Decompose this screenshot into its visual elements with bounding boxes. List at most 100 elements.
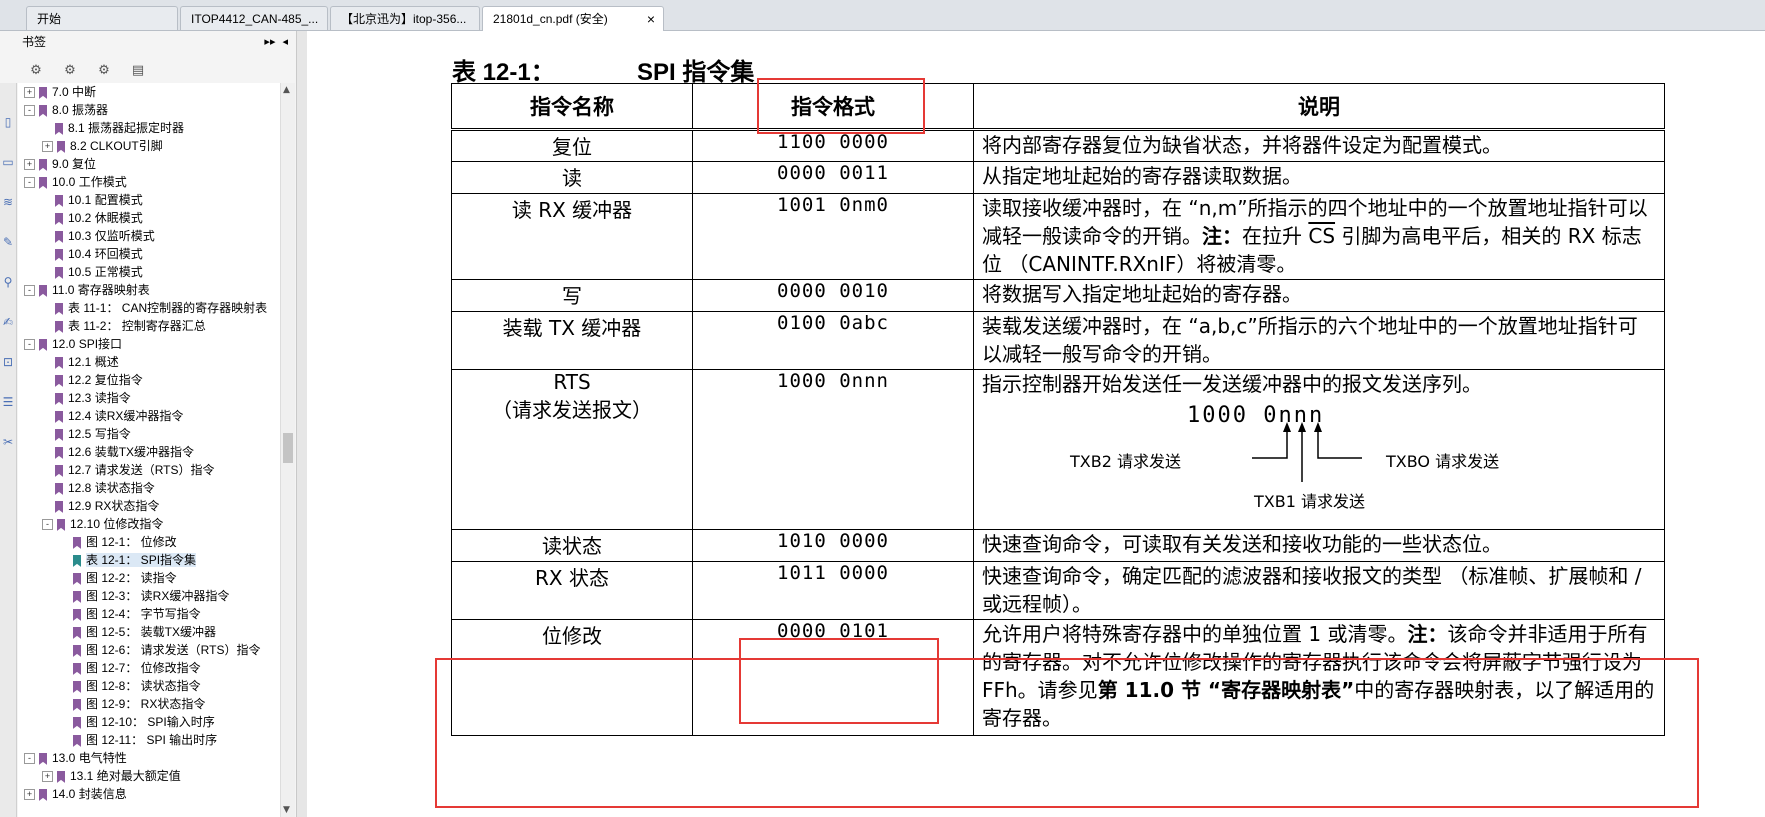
thumbnail-icon[interactable]: ▭	[1, 155, 15, 169]
bookmark-icon	[73, 554, 81, 567]
expand-node-icon[interactable]: +	[42, 141, 53, 153]
scroll-thumb[interactable]	[283, 433, 293, 463]
collapse-panel-icon[interactable]: ◂	[282, 35, 288, 48]
tab-pdf[interactable]: 21801d_cn.pdf (安全) ×	[482, 6, 664, 31]
bookmark-icon	[39, 158, 47, 171]
collapse-node-icon[interactable]: -	[42, 519, 53, 531]
sidebar-item[interactable]: 图 12-7： 位修改指令	[73, 659, 201, 677]
comment-icon[interactable]: ✎	[1, 235, 15, 249]
sidebar-item[interactable]: 10.2 休眠模式	[55, 209, 143, 227]
signature-icon[interactable]: ✍	[1, 315, 15, 329]
sidebar-item-label: 12.6 装载TX缓冲器指令	[68, 445, 195, 459]
sidebar-item[interactable]: - 12.10 位修改指令	[42, 515, 163, 533]
page-icon[interactable]: ▯	[1, 115, 15, 129]
sidebar-item[interactable]: 10.3 仅监听模式	[55, 227, 155, 245]
sidebar-item[interactable]: 10.5 正常模式	[55, 263, 143, 281]
sidebar-item[interactable]: +9.0 复位	[24, 155, 96, 173]
bookmark-collapse-icon[interactable]: ⚙	[62, 63, 78, 79]
sidebar-item[interactable]: 12.1 概述	[55, 353, 119, 371]
sidebar-item[interactable]: +8.2 CLKOUT引脚	[42, 137, 163, 155]
cell-desc: 将数据写入指定地址起始的寄存器。	[973, 279, 1665, 312]
sidebar-item[interactable]: - 10.0 工作模式	[24, 173, 127, 191]
expand-node-icon[interactable]: +	[42, 771, 53, 783]
sidebar-item[interactable]: 8.1 振荡器起振定时器	[55, 119, 184, 137]
panel-splitter[interactable]	[297, 31, 307, 817]
sidebar-item[interactable]: 12.5 写指令	[55, 425, 131, 443]
sidebar-item[interactable]: 12.9 RX状态指令	[55, 497, 159, 515]
sidebar-item[interactable]: - 11.0 寄存器映射表	[24, 281, 150, 299]
sidebar-item[interactable]: 12.6 装载TX缓冲器指令	[55, 443, 194, 461]
sidebar-item[interactable]: 表 12-1： SPI指令集	[73, 551, 197, 569]
sidebar-item[interactable]: 10.1 配置模式	[55, 191, 143, 209]
bookmark-page-icon[interactable]: ▤	[130, 63, 146, 79]
sidebar-item-label: 13.0 电气特性	[52, 751, 127, 765]
cell-name: 读 RX 缓冲器	[451, 193, 693, 280]
bookmark-expand-icon[interactable]: ⚙	[28, 63, 44, 79]
sidebar-item[interactable]: 图 12-6： 请求发送（RTS）指令	[73, 641, 260, 659]
cell-desc: 从指定地址起始的寄存器读取数据。	[973, 161, 1665, 194]
txb1-label: TXB1 请求发送	[1254, 492, 1365, 511]
sidebar-item[interactable]: +14.0 封装信息	[24, 785, 127, 803]
sidebar-item[interactable]: 12.7 请求发送（RTS）指令	[55, 461, 214, 479]
cell-format: 1010 0000	[692, 529, 974, 562]
scroll-down-icon[interactable]: ▼	[283, 805, 290, 815]
sidebar-item[interactable]: 图 12-2： 读指令	[73, 569, 177, 587]
tools-icon[interactable]: ✂	[1, 435, 15, 449]
close-icon[interactable]: ×	[647, 7, 655, 31]
sidebar-scrollbar[interactable]: ▲ ▼	[280, 83, 295, 817]
highlight-format-header	[757, 78, 925, 134]
sidebar-item[interactable]: - 8.0 振荡器	[24, 101, 108, 119]
bookmark-add-icon[interactable]: ⚙	[96, 63, 112, 79]
expand-node-icon[interactable]: +	[24, 789, 35, 801]
collapse-node-icon[interactable]: -	[24, 105, 35, 117]
sidebar-item[interactable]: 10.4 环回模式	[55, 245, 143, 263]
collapse-node-icon[interactable]: -	[24, 177, 35, 189]
collapse-node-icon[interactable]: -	[24, 285, 35, 297]
sidebar-item[interactable]: +7.0 中断	[24, 83, 96, 101]
sidebar-item-label: 图 12-3： 读RX缓冲器指令	[86, 589, 230, 603]
sidebar-item[interactable]: - 12.0 SPI接口	[24, 335, 122, 353]
sidebar-item[interactable]: 12.2 复位指令	[55, 371, 143, 389]
sidebar-item[interactable]: 12.4 读RX缓冲器指令	[55, 407, 183, 425]
spi-instruction-table: 指令名称 指令格式 说明 复位 1100 0000 将内部寄存器复位为缺省状态，…	[451, 83, 1665, 736]
table-row: 装载 TX 缓冲器 0100 0abc 装载发送缓冲器时，在 “a,b,c”所指…	[451, 311, 1665, 370]
lock-icon[interactable]: ⊡	[1, 355, 15, 369]
bookmark-icon	[39, 176, 47, 189]
tab-start[interactable]: 开始	[26, 6, 178, 30]
expand-node-icon[interactable]: +	[24, 159, 35, 171]
sidebar-item[interactable]: 图 12-11： SPI 输出时序	[73, 731, 217, 749]
cell-name: 读	[451, 161, 693, 194]
sidebar-item-label: 8.0 振荡器	[52, 103, 109, 117]
sidebar-item[interactable]: 图 12-5： 装载TX缓冲器	[73, 623, 216, 641]
table-header-row: 指令名称 指令格式 说明	[451, 83, 1665, 131]
tab-itop356[interactable]: 【北京迅为】itop-356...	[330, 6, 480, 30]
table-caption: 表 12-1： SPI 指令集	[452, 52, 754, 87]
sidebar-item[interactable]: 12.8 读状态指令	[55, 479, 155, 497]
sidebar-item[interactable]: - 13.0 电气特性	[24, 749, 127, 767]
sidebar-item[interactable]: 图 12-8： 读状态指令	[73, 677, 201, 695]
sidebar-item[interactable]: 图 12-10： SPI输入时序	[73, 713, 215, 731]
collapse-node-icon[interactable]: -	[24, 339, 35, 351]
expand-icon[interactable]: ▸▸	[264, 35, 275, 48]
bookmark-icon	[39, 284, 47, 297]
bookmark-icon	[55, 374, 63, 387]
layers-icon[interactable]: ≋	[1, 195, 15, 209]
sidebar-item[interactable]: 表 11-2： 控制寄存器汇总	[55, 317, 206, 335]
sidebar-item[interactable]: 图 12-9： RX状态指令	[73, 695, 205, 713]
sidebar-item[interactable]: +13.1 绝对最大额定值	[42, 767, 181, 785]
sidebar-item[interactable]: 表 11-1： CAN控制器的寄存器映射表	[55, 299, 267, 317]
sidebar-item[interactable]: 12.3 读指令	[55, 389, 131, 407]
attachment-icon[interactable]: ⚲	[1, 275, 15, 289]
sidebar-item-label: 8.1 振荡器起振定时器	[68, 121, 185, 135]
bookmark-icon	[55, 482, 63, 495]
expand-node-icon[interactable]: +	[24, 87, 35, 99]
header-name: 指令名称	[451, 83, 693, 131]
tab-itop4412[interactable]: ITOP4412_CAN-485_...	[180, 6, 328, 30]
collapse-node-icon[interactable]: -	[24, 753, 35, 765]
scroll-up-icon[interactable]: ▲	[283, 85, 290, 95]
sidebar-item[interactable]: 图 12-1： 位修改	[73, 533, 177, 551]
sidebar-item[interactable]: 图 12-4： 字节写指令	[73, 605, 201, 623]
bookmark-icon	[55, 320, 63, 333]
sidebar-item[interactable]: 图 12-3： 读RX缓冲器指令	[73, 587, 229, 605]
form-icon[interactable]: ☰	[1, 395, 15, 409]
